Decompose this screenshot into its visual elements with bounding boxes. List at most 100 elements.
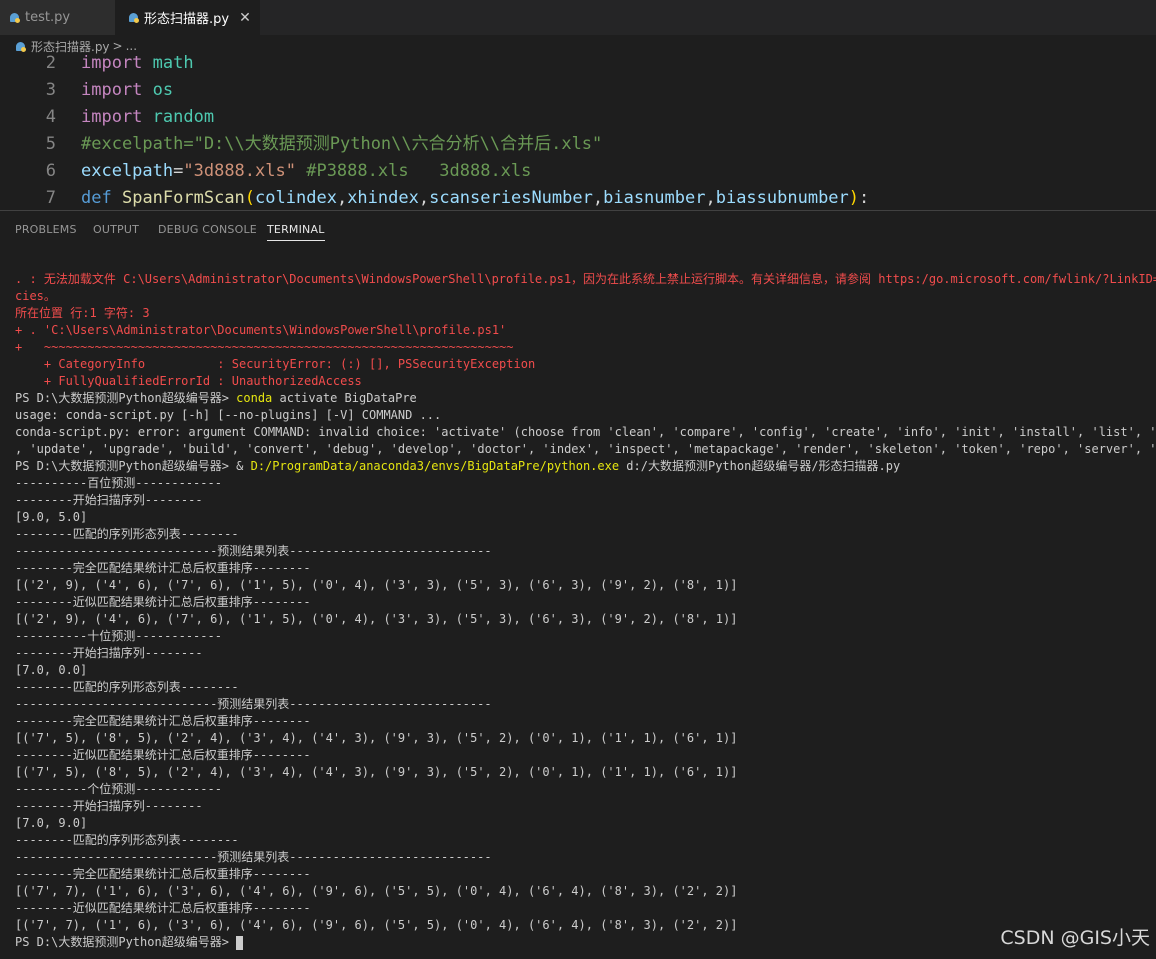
line-number: 7 <box>45 188 56 208</box>
terminal-line: [('7', 7), ('1', 6), ('3', 6), ('4', 6),… <box>15 917 1156 934</box>
terminal-line: --------匹配的序列形态列表-------- <box>15 832 1156 849</box>
code-token: xhindex <box>347 188 419 208</box>
terminal-line: --------完全匹配结果统计汇总后权重排序-------- <box>15 560 1156 577</box>
terminal-line: --------匹配的序列形态列表-------- <box>15 679 1156 696</box>
terminal-text: , 'update', 'upgrade', 'build', 'convert… <box>15 442 1156 456</box>
terminal-text: --------近似匹配结果统计汇总后权重排序-------- <box>15 595 311 609</box>
terminal-line: --------开始扫描序列-------- <box>15 798 1156 815</box>
terminal-text: --------开始扫描序列-------- <box>15 799 203 813</box>
terminal-text: [('2', 9), ('4', 6), ('7', 6), ('1', 5),… <box>15 578 738 592</box>
code-token: colindex <box>255 188 337 208</box>
code-token: import <box>81 80 143 100</box>
terminal-text: 所在位置 行:1 字符: 3 <box>15 306 150 320</box>
terminal-line: [7.0, 0.0] <box>15 662 1156 679</box>
terminal-text: + . 'C:\Users\Administrator\Documents\Wi… <box>15 323 507 337</box>
terminal-text: ----------------------------预测结果列表------… <box>15 697 492 711</box>
terminal-line: PS D:\大数据预测Python超级编号器> & D:/ProgramData… <box>15 458 1156 475</box>
code-token: SpanFormScan <box>121 188 245 208</box>
python-file-icon <box>10 13 20 23</box>
line-number: 2 <box>45 53 56 73</box>
code-token: os <box>152 80 174 100</box>
terminal-line: [('2', 9), ('4', 6), ('7', 6), ('1', 5),… <box>15 611 1156 628</box>
terminal-line: [('7', 5), ('8', 5), ('2', 4), ('3', 4),… <box>15 730 1156 747</box>
tab-scanner-py[interactable]: 形态扫描器.py ✕ <box>115 0 260 35</box>
terminal-text: + CategoryInfo : SecurityError: (:) [], … <box>15 357 536 371</box>
terminal-text: --------匹配的序列形态列表-------- <box>15 833 239 847</box>
terminal-line: PS D:\大数据预测Python超级编号器> <box>15 934 1156 951</box>
tab-output[interactable]: OUTPUT <box>93 223 139 236</box>
python-file-icon <box>129 13 139 23</box>
terminal-line: [7.0, 9.0] <box>15 815 1156 832</box>
code-token: #excelpath="D:\\大数据预测Python\\六合分析\\合并后.x… <box>81 134 603 154</box>
terminal-text: + ~~~~~~~~~~~~~~~~~~~~~~~~~~~~~~~~~~~~~~… <box>15 340 514 354</box>
code-token: = <box>173 161 184 181</box>
terminal-text: [('7', 5), ('8', 5), ('2', 4), ('3', 4),… <box>15 765 738 779</box>
code-token: biassubnumber <box>715 188 849 208</box>
code-token: random <box>152 107 215 127</box>
code-token: import <box>81 107 143 127</box>
terminal-output[interactable]: . : 无法加载文件 C:\Users\Administrator\Docume… <box>15 271 1156 951</box>
terminal-line: --------匹配的序列形态列表-------- <box>15 526 1156 543</box>
terminal-text: --------近似匹配结果统计汇总后权重排序-------- <box>15 901 311 915</box>
terminal-text: [('7', 7), ('1', 6), ('3', 6), ('4', 6),… <box>15 918 738 932</box>
terminal-line: PS D:\大数据预测Python超级编号器> conda activate B… <box>15 390 1156 407</box>
code-token: ) <box>848 188 860 208</box>
terminal-line: [('7', 5), ('8', 5), ('2', 4), ('3', 4),… <box>15 764 1156 781</box>
tab-terminal[interactable]: TERMINAL <box>267 223 325 241</box>
code-token: "3d888.xls" <box>183 161 296 181</box>
terminal-line: --------完全匹配结果统计汇总后权重排序-------- <box>15 713 1156 730</box>
code-token: : <box>859 188 870 208</box>
terminal-text: PS D:\大数据预测Python超级编号器> <box>15 391 237 405</box>
close-tab-icon[interactable]: ✕ <box>239 10 251 26</box>
terminal-line: cies。 <box>15 288 1156 305</box>
terminal-text: conda-script.py: error: argument COMMAND… <box>15 425 1156 439</box>
terminal-text: d:/大数据预测Python超级编号器/形态扫描器.py <box>619 459 901 473</box>
terminal-text: PS D:\大数据预测Python超级编号器> <box>15 935 237 949</box>
terminal-line: ----------------------------预测结果列表------… <box>15 849 1156 866</box>
tab-problems[interactable]: PROBLEMS <box>15 223 77 236</box>
terminal-text: ----------个位预测------------ <box>15 782 222 796</box>
code-token: def <box>81 188 112 208</box>
terminal-text: D:/ProgramData/anaconda3/envs/BigDataPre… <box>250 459 620 473</box>
terminal-line: . : 无法加载文件 C:\Users\Administrator\Docume… <box>15 271 1156 288</box>
code-text: import os <box>81 77 173 104</box>
terminal-text: activate BigDataPre <box>272 391 417 405</box>
line-number: 4 <box>45 107 56 127</box>
terminal-text: --------匹配的序列形态列表-------- <box>15 527 239 541</box>
terminal-line: [('7', 7), ('1', 6), ('3', 6), ('4', 6),… <box>15 883 1156 900</box>
tab-test-py[interactable]: test.py <box>0 0 115 35</box>
line-number: 6 <box>45 161 56 181</box>
watermark: CSDN @GIS小天 <box>1000 927 1150 949</box>
line-number: 5 <box>45 134 56 154</box>
code-text: import math <box>81 50 194 77</box>
terminal-text: cies。 <box>15 289 56 303</box>
terminal-line: + . 'C:\Users\Administrator\Documents\Wi… <box>15 322 1156 339</box>
code-editor[interactable]: 2 import math 3 import os 4 import random 5 #ex… <box>0 50 1156 210</box>
terminal-text: [7.0, 9.0] <box>15 816 88 830</box>
terminal-text: --------完全匹配结果统计汇总后权重排序-------- <box>15 867 311 881</box>
code-text: excelpath="3d888.xls" #P3888.xls 3d888.x… <box>81 158 531 185</box>
terminal-line: + FullyQualifiedErrorId : UnauthorizedAc… <box>15 373 1156 390</box>
terminal-text: --------完全匹配结果统计汇总后权重排序-------- <box>15 561 311 575</box>
terminal-text: [('2', 9), ('4', 6), ('7', 6), ('1', 5),… <box>15 612 738 626</box>
code-token: scanseriesNumber <box>429 188 593 208</box>
code-text: #excelpath="D:\\大数据预测Python\\六合分析\\合并后.x… <box>81 131 602 158</box>
terminal-line: --------开始扫描序列-------- <box>15 492 1156 509</box>
code-token: math <box>152 53 194 73</box>
terminal-line: ----------百位预测------------ <box>15 475 1156 492</box>
code-token: #P3888.xls 3d888.xls <box>306 161 532 181</box>
terminal-line: ----------十位预测------------ <box>15 628 1156 645</box>
terminal-text: ----------------------------预测结果列表------… <box>15 544 492 558</box>
terminal-text: [('7', 5), ('8', 5), ('2', 4), ('3', 4),… <box>15 731 738 745</box>
code-token: , <box>592 188 604 208</box>
terminal-line: + CategoryInfo : SecurityError: (:) [], … <box>15 356 1156 373</box>
terminal-text: ----------百位预测------------ <box>15 476 222 490</box>
terminal-line: ----------------------------预测结果列表------… <box>15 696 1156 713</box>
tab-debug-console[interactable]: DEBUG CONSOLE <box>158 223 257 236</box>
terminal-text: conda <box>236 391 273 405</box>
terminal-text: --------完全匹配结果统计汇总后权重排序-------- <box>15 714 311 728</box>
terminal-line: [9.0, 5.0] <box>15 509 1156 526</box>
